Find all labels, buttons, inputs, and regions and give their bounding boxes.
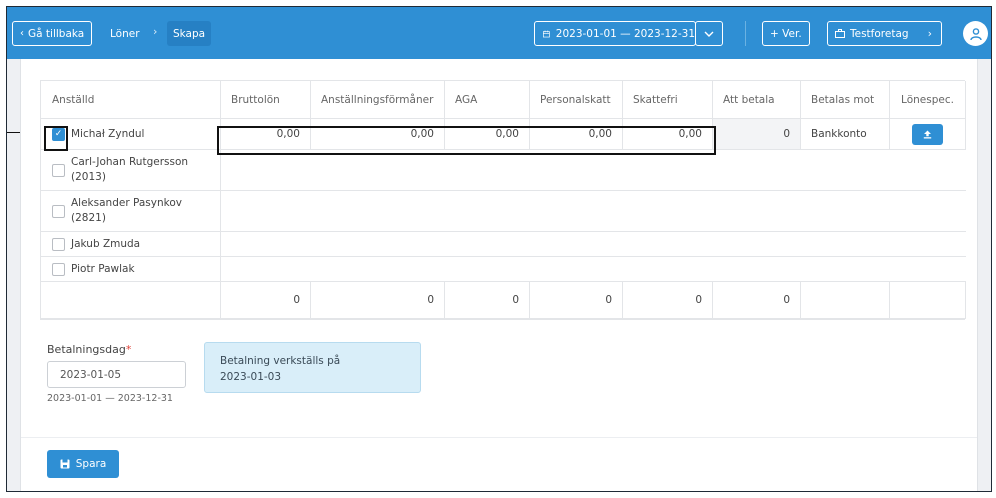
col-header-anstalld: Anställd	[41, 81, 221, 118]
totals-empty	[801, 282, 890, 318]
col-header-bruttolon: Bruttolön	[221, 81, 311, 118]
employee-cell: Aleksander Pasynkov (2821)	[41, 191, 221, 231]
user-icon	[969, 27, 982, 40]
annotation-highlight-inputs	[217, 126, 716, 155]
payment-day-input[interactable]: 2023-01-05	[47, 361, 186, 388]
top-bar: ‹ Gå tillbaka Löner › Skapa 2023-01-01 —…	[7, 7, 991, 59]
add-verification-button[interactable]: + Ver.	[762, 21, 810, 46]
calendar-icon	[543, 30, 550, 37]
col-header-formaner: Anställningsförmåner	[311, 81, 445, 118]
header-divider	[745, 21, 746, 46]
upload-icon	[923, 130, 932, 138]
footer-divider	[21, 437, 977, 438]
back-button[interactable]: ‹ Gå tillbaka	[12, 21, 93, 46]
chevron-right-icon: ›	[927, 27, 932, 40]
table-row: Aleksander Pasynkov (2821)	[41, 191, 966, 232]
employee-checkbox[interactable]	[52, 262, 65, 276]
breadcrumb-separator-icon: ›	[153, 25, 158, 38]
col-header-skattefri: Skattefri	[623, 81, 713, 118]
chevron-left-icon: ‹	[20, 28, 24, 39]
col-header-aga: AGA	[445, 81, 530, 118]
lonespec-cell	[890, 119, 966, 149]
employee-checkbox[interactable]	[52, 237, 65, 251]
chevron-down-icon	[704, 31, 714, 37]
totals-label-cell	[41, 282, 221, 318]
briefcase-icon	[835, 29, 845, 38]
salary-table: Anställd Bruttolön Anställningsförmåner …	[40, 80, 966, 320]
save-icon	[60, 459, 70, 469]
row-filler	[221, 232, 966, 256]
total-att-betala: 0	[713, 282, 801, 318]
col-header-lonespec: Lönespec.	[890, 81, 966, 118]
table-row: Carl-Johan Rutgersson (2013)	[41, 150, 966, 191]
date-range-picker[interactable]: 2023-01-01 — 2023-12-31	[534, 21, 696, 46]
employee-cell: Piotr Pawlak	[41, 257, 221, 281]
back-button-label: Gå tillbaka	[28, 27, 85, 40]
att-betala-value: 0	[713, 119, 801, 149]
total-bruttolon: 0	[221, 282, 311, 318]
employee-cell: ✓ Michał Zyndul	[41, 119, 221, 149]
table-row: Piotr Pawlak	[41, 257, 966, 282]
totals-empty	[890, 282, 966, 318]
total-aga: 0	[445, 282, 530, 318]
total-personalskatt: 0	[530, 282, 623, 318]
breadcrumb-skapa: Skapa	[167, 21, 212, 46]
employee-checkbox[interactable]	[52, 163, 65, 177]
payment-day-range-hint: 2023-01-01 — 2023-12-31	[47, 393, 173, 404]
annotation-highlight-checkbox	[44, 126, 68, 151]
user-avatar[interactable]	[963, 21, 988, 46]
employee-checkbox[interactable]	[52, 204, 65, 218]
table-row: Jakub Zmuda	[41, 232, 966, 257]
row-filler	[221, 150, 966, 190]
upload-payslip-button[interactable]	[912, 123, 943, 145]
breadcrumb-loner[interactable]: Löner	[104, 21, 146, 46]
save-button[interactable]: Spara	[47, 450, 119, 478]
table-totals-row: 0 0 0 0 0 0	[41, 282, 966, 319]
company-selector[interactable]: Testforetag ›	[827, 21, 942, 46]
employee-name: Jakub Zmuda	[71, 238, 141, 250]
total-formaner: 0	[311, 282, 445, 318]
col-header-att-betala: Att betala	[713, 81, 801, 118]
table-header-row: Anställd Bruttolön Anställningsförmåner …	[41, 81, 966, 119]
total-skattefri: 0	[623, 282, 713, 318]
date-range-dropdown[interactable]	[695, 21, 723, 46]
col-header-betalas-mot: Betalas mot	[801, 81, 890, 118]
date-range-text: 2023-01-01 — 2023-12-31	[555, 27, 695, 40]
row-filler	[221, 191, 966, 231]
employee-cell: Carl-Johan Rutgersson (2013)	[41, 150, 221, 190]
row-filler	[221, 257, 966, 281]
col-header-personalskatt: Personalskatt	[530, 81, 623, 118]
employee-cell: Jakub Zmuda	[41, 232, 221, 256]
employee-name: Michał Zyndul	[71, 128, 145, 140]
app-frame: ‹ Gå tillbaka Löner › Skapa 2023-01-01 —…	[6, 6, 992, 492]
betalas-mot-value: Bankkonto	[801, 119, 890, 149]
employee-name: Piotr Pawlak	[71, 263, 135, 275]
payment-day-label: Betalningsdag*	[47, 343, 132, 356]
payment-info-box: Betalning verkställs på 2023-01-03	[204, 342, 421, 393]
main-content: Anställd Bruttolön Anställningsförmåner …	[20, 59, 978, 491]
